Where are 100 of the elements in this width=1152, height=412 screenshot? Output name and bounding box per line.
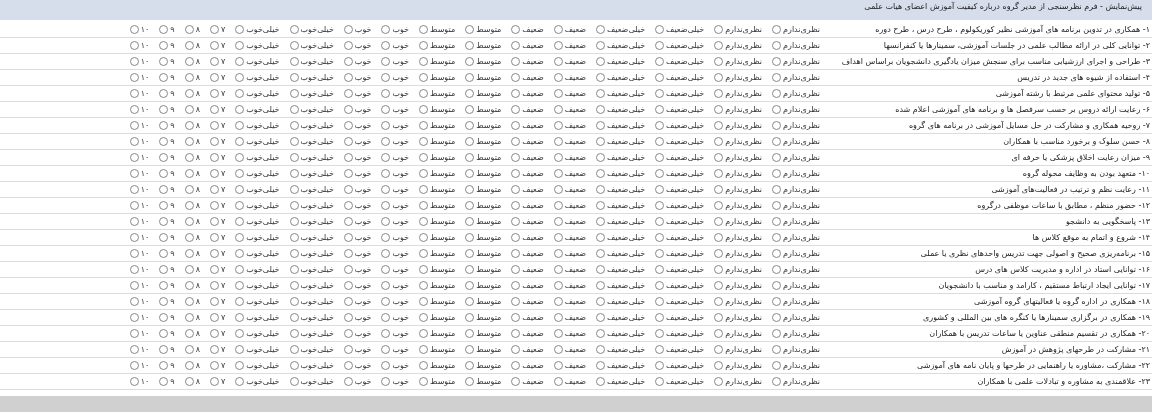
option-label[interactable]: ضعیف [522,121,544,130]
radio-button[interactable] [209,217,219,226]
radio-button[interactable] [159,297,169,306]
option-label[interactable]: ۱۰ [140,201,150,210]
radio-button[interactable] [655,265,665,274]
radio-button[interactable] [209,137,219,146]
option-label[interactable]: ضعیف [564,377,587,386]
option-label[interactable]: ضعیف [564,201,587,210]
radio-button[interactable] [289,329,299,338]
option-label[interactable]: ۷ [220,185,226,194]
option-label[interactable]: متوسط [476,361,502,370]
option-label[interactable]: خیلی‌ضعیف [607,153,646,162]
radio-button[interactable] [714,57,724,66]
option-label[interactable]: متوسط [476,201,502,210]
radio-button[interactable] [655,57,665,66]
option-label[interactable]: ضعیف [522,185,544,194]
radio-button[interactable] [184,329,194,338]
radio-button[interactable] [553,233,563,242]
option-label[interactable]: ضعیف [564,345,587,354]
radio-button[interactable] [511,25,521,34]
option-label[interactable]: خوب [354,249,372,258]
option-label[interactable]: ۷ [220,377,226,386]
radio-button[interactable] [343,249,353,258]
option-label[interactable]: خیلی‌خوب [246,89,280,98]
option-label[interactable]: خیلی‌خوب [246,169,280,178]
radio-button[interactable] [184,361,194,370]
option-label[interactable]: خیلی‌ضعیف [666,25,705,34]
option-label[interactable]: ضعیف [522,57,544,66]
radio-button[interactable] [714,217,724,226]
radio-button[interactable] [235,169,245,178]
radio-button[interactable] [772,153,782,162]
option-label[interactable]: متوسط [476,377,502,386]
radio-button[interactable] [129,121,139,130]
option-label[interactable]: نظری‌ندارم [725,201,763,210]
radio-button[interactable] [772,281,782,290]
radio-button[interactable] [465,249,475,258]
option-label[interactable]: ۷ [220,73,226,82]
option-label[interactable]: متوسط [476,41,502,50]
radio-button[interactable] [465,73,475,82]
radio-button[interactable] [184,201,194,210]
radio-button[interactable] [553,41,563,50]
option-label[interactable]: خیلی‌خوب [300,377,334,386]
option-label[interactable]: ۷ [220,233,226,242]
option-label[interactable]: ۸ [195,73,200,82]
radio-button[interactable] [553,25,563,34]
option-label[interactable]: ضعیف [522,297,544,306]
option-label[interactable]: خوب [392,233,410,242]
radio-button[interactable] [553,137,563,146]
radio-button[interactable] [235,89,245,98]
option-label[interactable]: خیلی‌خوب [300,89,334,98]
option-label[interactable]: خیلی‌ضعیف [666,169,705,178]
radio-button[interactable] [596,89,606,98]
option-label[interactable]: نظری‌ندارم [783,281,820,290]
option-label[interactable]: نظری‌ندارم [783,329,820,338]
radio-button[interactable] [465,25,475,34]
option-label[interactable]: ضعیف [564,313,587,322]
radio-button[interactable] [419,345,429,354]
option-label[interactable]: نظری‌ندارم [783,73,820,82]
option-label[interactable]: متوسط [430,313,456,322]
radio-button[interactable] [289,137,299,146]
option-label[interactable]: نظری‌ندارم [783,313,820,322]
option-label[interactable]: ۹ [170,89,175,98]
option-label[interactable]: ۸ [195,57,200,66]
radio-button[interactable] [596,313,606,322]
option-label[interactable]: ۷ [220,137,226,146]
option-label[interactable]: ۸ [195,153,200,162]
option-label[interactable]: متوسط [476,185,502,194]
radio-button[interactable] [235,153,245,162]
option-label[interactable]: نظری‌ندارم [725,25,763,34]
radio-button[interactable] [511,73,521,82]
radio-button[interactable] [553,89,563,98]
radio-button[interactable] [511,57,521,66]
option-label[interactable]: ضعیف [564,217,587,226]
radio-button[interactable] [235,329,245,338]
option-label[interactable]: ۱۰ [140,153,150,162]
radio-button[interactable] [772,41,782,50]
option-label[interactable]: خیلی‌ضعیف [607,233,646,242]
option-label[interactable]: متوسط [476,345,502,354]
radio-button[interactable] [289,201,299,210]
radio-button[interactable] [129,185,139,194]
option-label[interactable]: خوب [392,313,410,322]
option-label[interactable]: متوسط [476,249,502,258]
option-label[interactable]: ۹ [170,201,175,210]
radio-button[interactable] [553,377,563,386]
radio-button[interactable] [511,377,521,386]
option-label[interactable]: ۷ [220,313,226,322]
option-label[interactable]: ۸ [195,249,200,258]
option-label[interactable]: ضعیف [564,73,587,82]
radio-button[interactable] [289,25,299,34]
option-label[interactable]: ضعیف [564,105,587,114]
option-label[interactable]: خیلی‌خوب [300,185,334,194]
radio-button[interactable] [511,265,521,274]
radio-button[interactable] [209,233,219,242]
radio-button[interactable] [184,313,194,322]
option-label[interactable]: ۹ [170,329,175,338]
radio-button[interactable] [772,89,782,98]
radio-button[interactable] [235,377,245,386]
option-label[interactable]: ۸ [195,121,200,130]
radio-button[interactable] [129,265,139,274]
option-label[interactable]: ۹ [170,281,175,290]
